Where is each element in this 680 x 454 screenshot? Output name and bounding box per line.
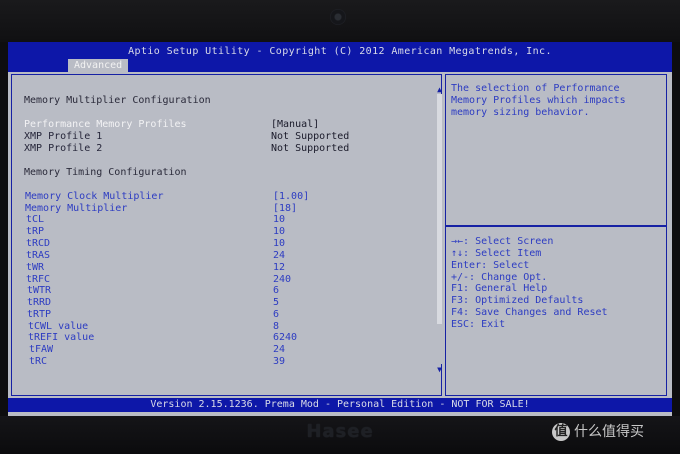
title-bar: Aptio Setup Utility - Copyright (C) 2012… (8, 42, 672, 72)
setting-value-twr[interactable]: 12 (273, 262, 285, 274)
setting-label-xmp-profile-2: XMP Profile 2 (24, 143, 103, 154)
scroll-down-icon[interactable]: ▼ (436, 366, 443, 374)
key-hint-enter: Enter: Select (451, 260, 530, 271)
bios-screen: Aptio Setup Utility - Copyright (C) 2012… (8, 42, 672, 416)
setting-label-trc[interactable]: tRC (29, 356, 47, 368)
version-text: Version 2.15.1236. Prema Mod - Personal … (150, 399, 530, 410)
help-line-2: Memory Profiles which impacts (451, 95, 626, 106)
key-hint-general-help: F1: General Help (451, 283, 548, 294)
setting-label-trrd[interactable]: tRRD (27, 297, 51, 309)
setting-label-tfaw[interactable]: tFAW (29, 344, 53, 356)
help-divider (445, 225, 667, 227)
help-panel (445, 74, 667, 396)
key-hint-select-screen: →←: Select Screen (451, 236, 554, 247)
setting-value-trtp[interactable]: 6 (273, 309, 279, 321)
window-title: Aptio Setup Utility - Copyright (C) 2012… (128, 46, 552, 57)
key-hint-exit: ESC: Exit (451, 319, 506, 330)
setting-value-trefi[interactable]: 6240 (273, 332, 297, 344)
setting-label-trcd[interactable]: tRCD (26, 238, 50, 250)
webcam-icon (330, 9, 346, 25)
setting-value-tcl[interactable]: 10 (273, 214, 285, 226)
scrollbar-thumb[interactable] (437, 94, 442, 324)
setting-label-performance-profiles[interactable]: Performance Memory Profiles (24, 119, 187, 131)
help-line-3: memory sizing behavior. (451, 107, 590, 118)
setting-label-twr[interactable]: tWR (26, 262, 44, 274)
setting-value-trp[interactable]: 10 (273, 226, 285, 238)
setting-value-trrd[interactable]: 5 (273, 297, 279, 309)
site-watermark: 值什么值得买 (552, 422, 644, 442)
brand-logo: Hasee (306, 421, 374, 442)
watermark-logo-icon: 值 (552, 423, 570, 441)
scroll-up-icon[interactable]: ▲ (436, 86, 443, 94)
setting-value-performance-profiles[interactable]: [Manual] (271, 119, 319, 131)
setting-label-trp[interactable]: tRP (26, 226, 44, 238)
setting-value-tras[interactable]: 24 (273, 250, 285, 262)
setting-label-trefi[interactable]: tREFI value (28, 332, 94, 344)
key-hint-select-item: ↑↓: Select Item (451, 248, 542, 259)
setting-value-trcd[interactable]: 10 (273, 238, 285, 250)
section-header-multiplier: Memory Multiplier Configuration (24, 95, 211, 106)
setting-label-clock-multiplier[interactable]: Memory Clock Multiplier (25, 191, 163, 203)
setting-label-tcl[interactable]: tCL (26, 214, 44, 226)
key-hint-save-reset: F4: Save Changes and Reset (451, 307, 608, 318)
watermark-text: 什么值得买 (574, 424, 644, 440)
key-hint-optimized-defaults: F3: Optimized Defaults (451, 295, 584, 306)
status-bar: Version 2.15.1236. Prema Mod - Personal … (8, 398, 672, 412)
setting-value-xmp-profile-2: Not Supported (271, 143, 350, 154)
help-line-1: The selection of Performance (451, 83, 620, 94)
setting-value-tfaw[interactable]: 24 (273, 344, 285, 356)
setting-label-trtp[interactable]: tRTP (27, 309, 51, 321)
setting-label-xmp-profile-1: XMP Profile 1 (24, 131, 103, 142)
setting-label-twtr[interactable]: tWTR (27, 285, 51, 297)
setting-value-twtr[interactable]: 6 (273, 285, 279, 297)
setting-label-tras[interactable]: tRAS (26, 250, 50, 262)
setting-value-clock-multiplier[interactable]: [1.00] (273, 191, 309, 203)
setting-value-trc[interactable]: 39 (273, 356, 285, 368)
section-header-timing: Memory Timing Configuration (24, 167, 187, 178)
tab-advanced[interactable]: Advanced (68, 59, 129, 72)
setting-value-xmp-profile-1: Not Supported (271, 131, 350, 142)
